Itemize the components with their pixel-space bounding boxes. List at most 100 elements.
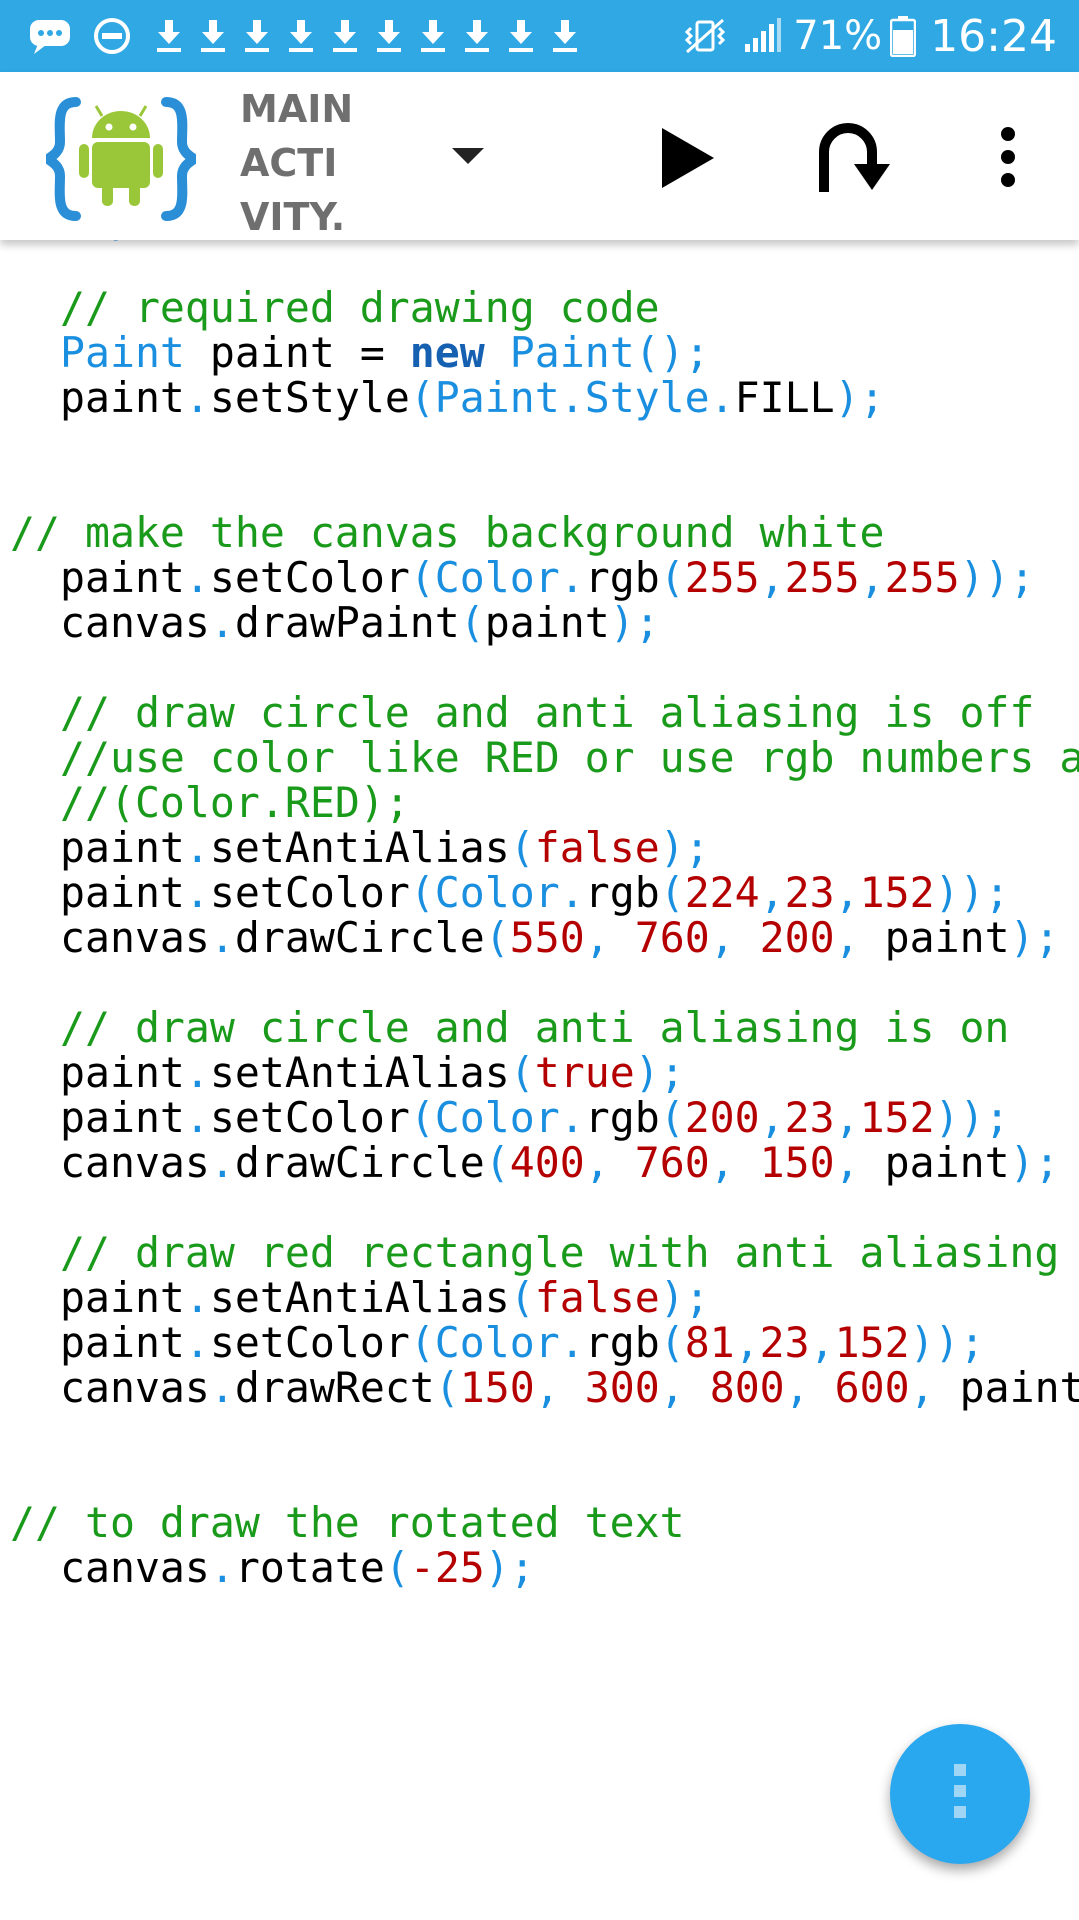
- dropdown-caret-icon[interactable]: [448, 144, 488, 168]
- code-token: );: [484, 1543, 535, 1592]
- play-icon: [662, 128, 714, 188]
- code-token: ,: [584, 1138, 635, 1187]
- notification-icons: [28, 0, 592, 72]
- code-token: (: [384, 1543, 410, 1592]
- code-token: );: [834, 373, 885, 422]
- code-token: ,: [759, 553, 785, 602]
- overflow-menu-button[interactable]: [984, 122, 1032, 192]
- vertical-dots-icon: [954, 1764, 966, 1818]
- code-token: 255: [784, 553, 860, 602]
- code-token: ,: [584, 913, 635, 962]
- code-token: (: [434, 1363, 460, 1412]
- code-token: 760: [634, 1138, 710, 1187]
- code-token: 255: [684, 553, 760, 602]
- code-token: FILL: [734, 373, 835, 422]
- run-button[interactable]: [648, 118, 728, 198]
- code-token: (: [659, 553, 685, 602]
- code-line[interactable]: canvas.drawCircle(550, 760, 200, paint);: [10, 910, 1060, 965]
- code-token: );: [1009, 913, 1060, 962]
- code-line[interactable]: paint.setStyle(Paint.Style.FILL);: [10, 370, 885, 425]
- code-token: ,: [709, 913, 760, 962]
- app-toolbar: MAIN ACTI VITY.: [0, 72, 1079, 240]
- vibrate-icon: [681, 16, 729, 56]
- code-token: ,: [834, 1138, 885, 1187]
- code-token: );: [1009, 1138, 1060, 1187]
- download-icon: [328, 16, 362, 56]
- code-token: 800: [709, 1363, 785, 1412]
- code-token: canvas: [59, 598, 210, 647]
- code-token: 760: [634, 913, 710, 962]
- code-token: paint: [884, 1138, 1010, 1187]
- code-token: canvas: [59, 913, 210, 962]
- code-token: ,: [659, 1363, 710, 1412]
- code-token: ));: [959, 553, 1035, 602]
- code-token: );: [609, 598, 660, 647]
- code-token: setStyle: [209, 373, 410, 422]
- code-line[interactable]: canvas.drawCircle(400, 760, 150, paint);: [10, 1135, 1060, 1190]
- battery-icon: [890, 15, 917, 57]
- battery-percentage: 71%: [793, 13, 883, 59]
- code-token: ,: [784, 1363, 835, 1412]
- undo-button[interactable]: [810, 114, 890, 202]
- code-token: (: [459, 598, 485, 647]
- download-icon: [504, 16, 538, 56]
- code-token: 300: [584, 1363, 660, 1412]
- code-token: .: [209, 598, 235, 647]
- code-token: .: [209, 1543, 235, 1592]
- code-line[interactable]: canvas.drawRect(150, 300, 800, 600, pain…: [10, 1360, 1079, 1415]
- download-icon: [372, 16, 406, 56]
- code-token: 600: [834, 1363, 910, 1412]
- clock: 16:24: [930, 10, 1057, 62]
- download-icon: [284, 16, 318, 56]
- code-token: drawCircle: [234, 913, 485, 962]
- code-token: .: [209, 1138, 235, 1187]
- code-token: drawPaint: [234, 598, 460, 647]
- code-token: paint: [884, 913, 1010, 962]
- code-token: -25: [409, 1543, 485, 1592]
- code-line[interactable]: canvas.drawPaint(paint);: [10, 595, 660, 650]
- code-line[interactable]: canvas.rotate(-25);: [10, 1540, 535, 1595]
- download-icon: [152, 16, 186, 56]
- code-editor[interactable]: super.onDraw(canvas); // required drawin…: [0, 212, 1079, 1920]
- code-token: 150: [759, 1138, 835, 1187]
- code-token: paint: [484, 598, 610, 647]
- code-token: .: [184, 373, 210, 422]
- download-icon: [460, 16, 494, 56]
- code-token: drawRect: [234, 1363, 435, 1412]
- download-icon: [240, 16, 274, 56]
- code-token: rotate: [234, 1543, 385, 1592]
- code-token: 550: [509, 913, 585, 962]
- download-icon: [196, 16, 230, 56]
- code-token: 200: [759, 913, 835, 962]
- download-icon: [416, 16, 450, 56]
- code-token: paint: [59, 373, 185, 422]
- do-not-disturb-icon: [92, 16, 132, 56]
- code-token: .: [209, 1363, 235, 1412]
- floating-action-button[interactable]: [890, 1724, 1030, 1864]
- android-logo-icon: [39, 94, 203, 224]
- code-token: (: [484, 913, 510, 962]
- code-token: canvas: [59, 1138, 210, 1187]
- code-token: ,: [909, 1363, 960, 1412]
- code-token: canvas: [59, 1543, 210, 1592]
- code-token: (Paint.Style.: [409, 373, 735, 422]
- undo-icon: [819, 123, 890, 192]
- code-token: 400: [509, 1138, 585, 1187]
- code-token: canvas: [59, 1363, 210, 1412]
- code-token: 255: [884, 553, 960, 602]
- system-status: 71% 16:24: [681, 0, 1057, 72]
- code-token: 150: [459, 1363, 535, 1412]
- code-token: ,: [534, 1363, 585, 1412]
- code-token: (: [484, 1138, 510, 1187]
- code-token: .: [209, 913, 235, 962]
- chat-notification-icon: [28, 16, 72, 56]
- code-token: paint: [959, 1363, 1079, 1412]
- code-token: ,: [709, 1138, 760, 1187]
- file-name-title[interactable]: MAIN ACTI VITY.: [240, 82, 370, 244]
- code-token: ,: [834, 913, 885, 962]
